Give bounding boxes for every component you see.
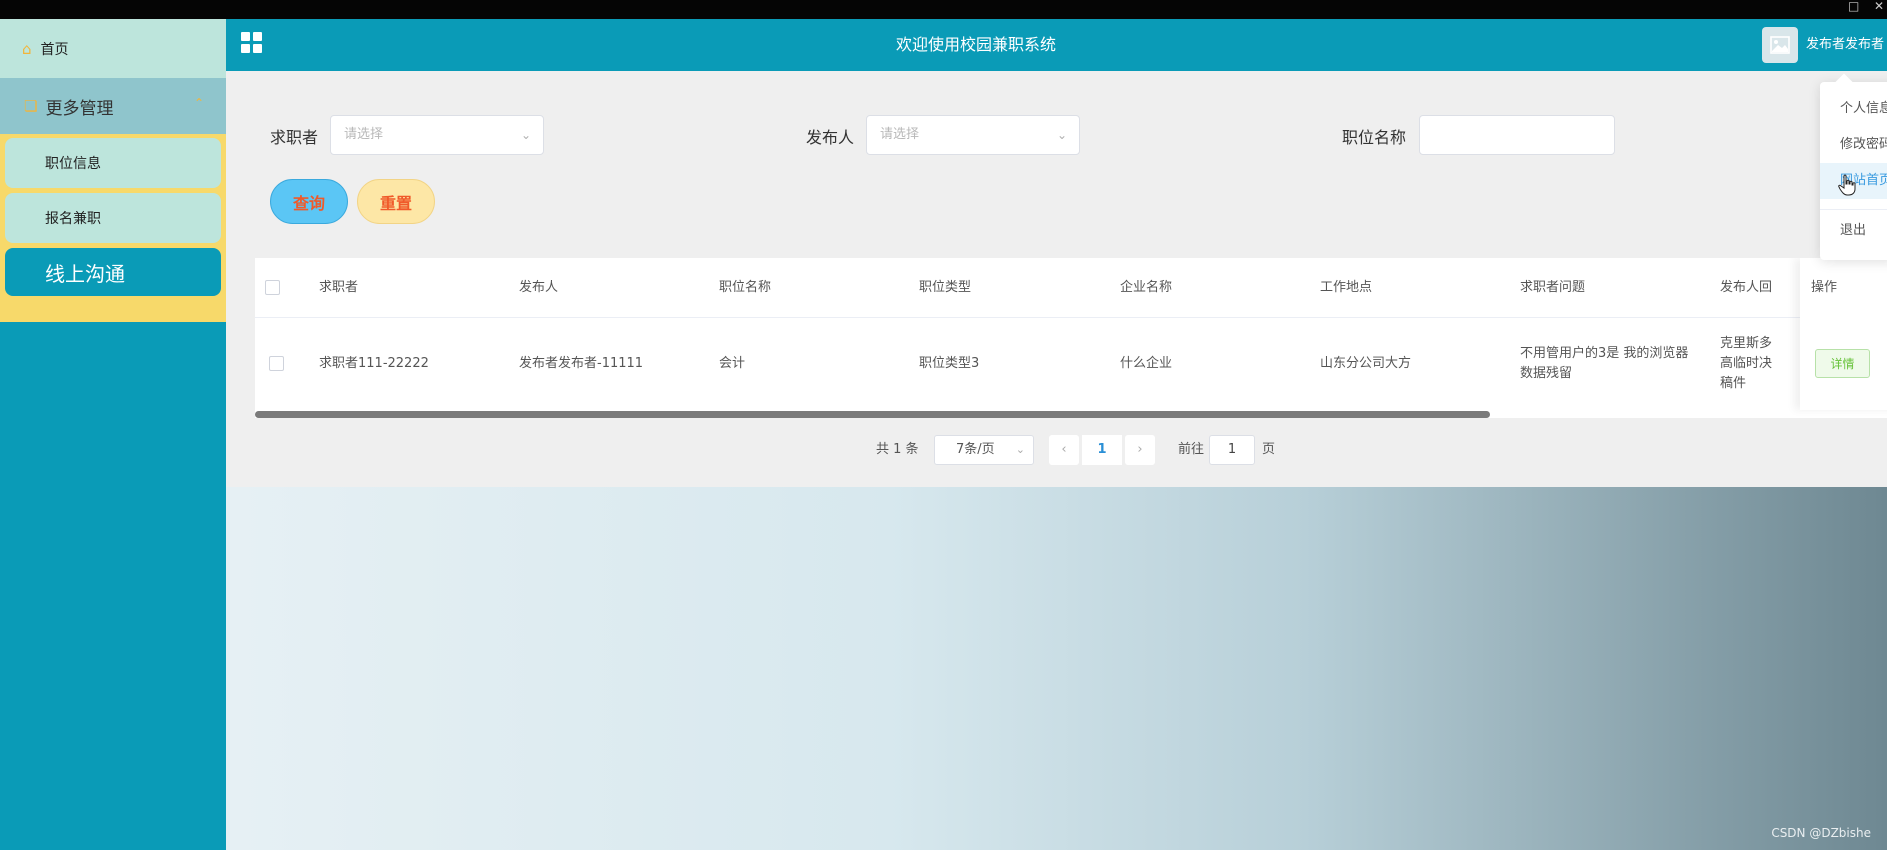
job-name-label: 职位名称 (1342, 128, 1407, 147)
sidebar-item-label: 报名兼职 (45, 211, 101, 227)
reset-button[interactable]: 重置 (357, 179, 435, 224)
row-checkbox[interactable] (269, 356, 284, 371)
horizontal-scrollbar[interactable] (255, 411, 1490, 418)
publisher-select-placeholder: 请选择 (880, 127, 920, 142)
cell-job: 会计 (719, 356, 746, 371)
cell-question-line: 数据残留 (1520, 366, 1573, 381)
pagination: 共 1 条 7条/页 ⌄ ‹ 1 › 前往 1 页 (226, 435, 1887, 465)
pagination-total: 共 1 条 (876, 442, 919, 457)
main-content: 求职者 请选择 ⌄ 发布人 请选择 ⌄ 职位名称 查询 重置 求职者 发布人 职… (226, 71, 1887, 850)
column-header[interactable]: 发布人回 (1720, 258, 1772, 318)
copy-icon: ❏ (24, 97, 38, 115)
detail-button[interactable]: 详情 (1815, 349, 1870, 378)
column-header[interactable]: 求职者问题 (1520, 258, 1585, 318)
image-icon (1770, 36, 1790, 54)
content-panel: 求职者 请选择 ⌄ 发布人 请选择 ⌄ 职位名称 查询 重置 求职者 发布人 职… (226, 71, 1887, 487)
next-page-button[interactable]: › (1125, 435, 1155, 465)
user-dropdown-menu: 个人信息 修改密码 网站首页 退出 (1820, 73, 1887, 260)
seeker-select[interactable]: 请选择 ⌄ (330, 115, 544, 155)
restore-icon[interactable]: □ (1848, 0, 1859, 12)
seeker-select-placeholder: 请选择 (344, 127, 384, 142)
cell-publisher: 发布者发布者-11111 (519, 356, 644, 371)
sidebar-submenu: 职位信息 报名兼职 线上沟通 (0, 134, 226, 322)
cell-location: 山东分公司大方 (1320, 356, 1412, 371)
chevron-up-icon: ⌃ (193, 96, 204, 110)
avatar[interactable] (1762, 27, 1798, 63)
cell-reply: 克里斯多 高临时决 稿件 (1720, 334, 1772, 394)
hand-cursor-icon (1838, 174, 1856, 196)
cell-reply-line: 高临时决 (1720, 356, 1773, 371)
publisher-select[interactable]: 请选择 ⌄ (866, 115, 1080, 155)
sidebar-item-job-info[interactable]: 职位信息 (5, 138, 221, 188)
column-header[interactable]: 职位类型 (919, 258, 971, 318)
prev-page-button[interactable]: ‹ (1049, 435, 1079, 465)
sidebar-item-label: 职位信息 (45, 156, 101, 172)
job-name-input[interactable] (1419, 115, 1615, 155)
cell-reply-line: 克里斯多 (1720, 336, 1773, 351)
sidebar-item-apply-parttime[interactable]: 报名兼职 (5, 193, 221, 243)
chevron-down-icon: ⌄ (1015, 443, 1025, 456)
column-header[interactable]: 发布人 (519, 258, 558, 318)
table-header: 求职者 发布人 职位名称 职位类型 企业名称 工作地点 求职者问题 发布人回 (255, 258, 1887, 318)
page-number[interactable]: 1 (1082, 435, 1122, 465)
chevron-down-icon: ⌄ (1056, 128, 1067, 142)
user-name[interactable]: 发布者发布者 (1806, 19, 1884, 71)
data-table: 求职者 发布人 职位名称 职位类型 企业名称 工作地点 求职者问题 发布人回 求… (255, 258, 1887, 418)
query-button[interactable]: 查询 (270, 179, 348, 224)
window-top-strip: □ ✕ (0, 0, 1887, 19)
cell-job-type: 职位类型3 (919, 356, 980, 371)
page-size-value: 7条/页 (956, 442, 995, 457)
column-header[interactable]: 企业名称 (1120, 258, 1172, 318)
goto-label: 前往 (1178, 442, 1205, 457)
select-all-checkbox[interactable] (265, 280, 280, 295)
cell-reply-line: 稿件 (1720, 376, 1747, 391)
chevron-down-icon: ⌄ (520, 128, 531, 142)
menu-item-profile[interactable]: 个人信息 (1820, 91, 1887, 127)
sidebar-item-online-chat[interactable]: 线上沟通 (5, 248, 221, 296)
menu-item-logout[interactable]: 退出 (1820, 213, 1887, 249)
watermark: CSDN @DZbishe (1771, 826, 1871, 840)
page-size-select[interactable]: 7条/页 ⌄ (934, 435, 1034, 465)
sidebar-item-home[interactable]: ⌂ 首页 (0, 19, 226, 78)
column-header[interactable]: 职位名称 (719, 258, 771, 318)
sidebar-item-label: 线上沟通 (45, 261, 125, 286)
fixed-action-column: 操作 详情 (1800, 258, 1887, 410)
sidebar-group-more-management[interactable]: ❏ 更多管理 ⌃ (0, 78, 226, 134)
publisher-label: 发布人 (806, 128, 855, 147)
table-row[interactable]: 求职者111-22222 发布者发布者-11111 会计 职位类型3 什么企业 … (255, 318, 1887, 410)
cell-question-line: 不用管用户的3是 我的浏览器 (1520, 346, 1689, 361)
close-icon[interactable]: ✕ (1874, 0, 1884, 12)
page-suffix: 页 (1262, 442, 1276, 457)
cell-seeker: 求职者111-22222 (319, 356, 429, 371)
top-header: 欢迎使用校园兼职系统 发布者发布者 (226, 19, 1887, 71)
sidebar: ⌂ 首页 ❏ 更多管理 ⌃ 职位信息 报名兼职 线上沟通 (0, 19, 226, 850)
seeker-label: 求职者 (270, 128, 319, 147)
column-header[interactable]: 工作地点 (1320, 258, 1372, 318)
sidebar-group-label: 更多管理 (45, 98, 114, 119)
menu-item-change-password[interactable]: 修改密码 (1820, 127, 1887, 163)
cell-company: 什么企业 (1120, 356, 1173, 371)
sidebar-item-label: 首页 (40, 41, 69, 58)
column-header[interactable]: 求职者 (319, 258, 358, 318)
goto-page-input[interactable]: 1 (1209, 435, 1255, 465)
page-title: 欢迎使用校园兼职系统 (895, 35, 1056, 54)
divider (1820, 209, 1887, 210)
cell-question: 不用管用户的3是 我的浏览器 数据残留 (1520, 344, 1688, 384)
column-header: 操作 (1811, 280, 1838, 295)
home-icon: ⌂ (22, 39, 32, 58)
